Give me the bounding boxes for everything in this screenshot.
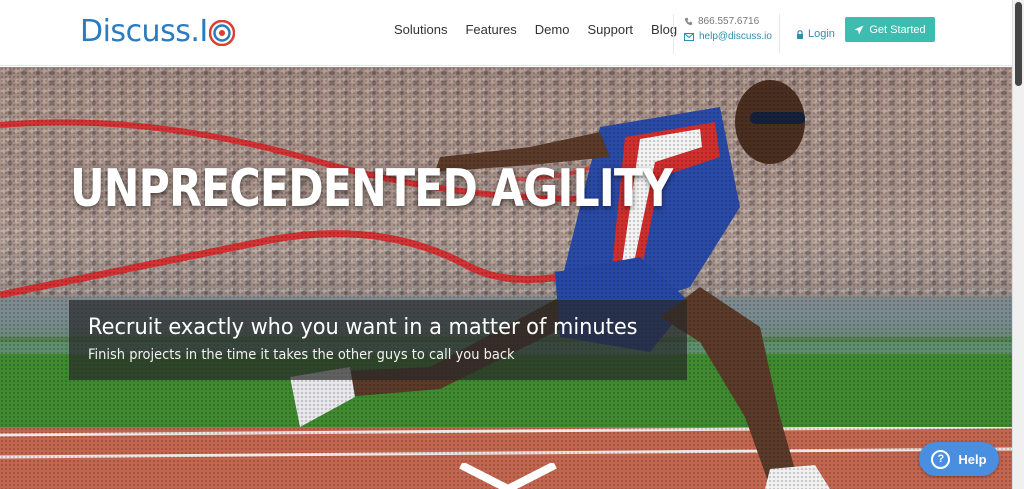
contact-info: 866.557.6716 help@discuss.io	[673, 14, 779, 54]
nav-support[interactable]: Support	[587, 22, 633, 37]
nav-solutions[interactable]: Solutions	[394, 22, 447, 37]
question-mark-icon: ?	[931, 449, 951, 469]
login-link[interactable]: Login	[779, 14, 845, 54]
main-nav: Solutions Features Demo Support Blog	[394, 22, 695, 37]
phone-number: 866.557.6716	[698, 16, 760, 27]
target-logo-icon	[208, 20, 235, 46]
envelope-icon	[684, 32, 694, 41]
discuss-io-logo[interactable]: Discuss.I	[80, 14, 235, 50]
get-started-label: Get Started	[869, 23, 926, 36]
hero-tagline-panel: Recruit exactly who you want in a matter…	[69, 300, 687, 380]
lock-icon	[797, 29, 803, 39]
nav-demo[interactable]: Demo	[535, 22, 570, 37]
scroll-down-chevron-icon[interactable]	[455, 463, 561, 489]
site-header: Discuss.I Solutions Features Demo Suppor…	[0, 0, 1012, 66]
get-started-button[interactable]: Get Started	[845, 17, 935, 42]
nav-features[interactable]: Features	[465, 22, 516, 37]
logo-text: Discuss.I	[80, 14, 208, 49]
page-scrollbar[interactable]	[1012, 0, 1024, 489]
paper-plane-icon	[854, 25, 864, 34]
phone-icon	[684, 17, 693, 26]
dot-screen-overlay	[0, 67, 1012, 489]
phone-row: 866.557.6716	[684, 14, 779, 29]
hero-headline: UNPRECEDENTED AGILITY	[70, 159, 673, 219]
scrollbar-thumb[interactable]	[1015, 2, 1022, 86]
hero-subtagline: Finish projects in the time it takes the…	[88, 347, 515, 363]
login-label: Login	[808, 28, 835, 40]
help-label: Help	[958, 451, 987, 467]
email-row: help@discuss.io	[684, 29, 779, 44]
email-link[interactable]: help@discuss.io	[699, 29, 772, 44]
hero-tagline: Recruit exactly who you want in a matter…	[88, 315, 638, 340]
hero-banner: UNPRECEDENTED AGILITY Recruit exactly wh…	[0, 67, 1012, 489]
help-button[interactable]: ? Help	[919, 442, 999, 476]
